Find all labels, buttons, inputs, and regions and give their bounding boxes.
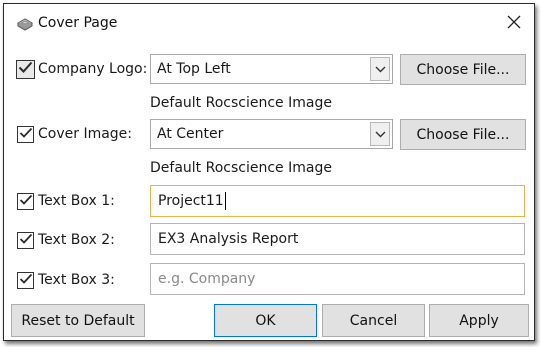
- text-box-3-input[interactable]: e.g. Company: [150, 263, 525, 295]
- cover-image-checkbox[interactable]: [17, 126, 34, 143]
- company-logo-position-value: At Top Left: [157, 61, 231, 77]
- text-box-3-checkbox[interactable]: [17, 272, 34, 289]
- cover-image-choose-file-button[interactable]: Choose File...: [400, 119, 526, 150]
- text-box-2-input[interactable]: EX3 Analysis Report: [150, 223, 525, 255]
- text-box-3-placeholder: e.g. Company: [158, 271, 256, 287]
- cover-image-label: Cover Image:: [38, 126, 133, 142]
- cover-image-image-caption: Default Rocscience Image: [150, 160, 332, 176]
- ok-button[interactable]: OK: [214, 304, 317, 337]
- document-stack-icon: [16, 16, 34, 32]
- apply-button[interactable]: Apply: [429, 304, 529, 337]
- window-title: Cover Page: [38, 15, 118, 31]
- text-box-1-value: Project11: [158, 193, 224, 209]
- checkmark-icon: [19, 127, 33, 143]
- cover-image-position-select[interactable]: At Center: [150, 119, 393, 149]
- checkmark-icon: [19, 273, 33, 289]
- text-box-1-label: Text Box 1:: [38, 193, 115, 209]
- text-box-1-input[interactable]: Project11: [150, 185, 525, 217]
- close-icon: [507, 15, 521, 33]
- checkmark-icon: [19, 194, 33, 210]
- company-logo-position-select[interactable]: At Top Left: [150, 54, 393, 84]
- text-box-3-label: Text Box 3:: [38, 272, 115, 288]
- checkmark-icon: [18, 61, 33, 78]
- cover-image-position-value: At Center: [157, 126, 224, 142]
- company-logo-image-caption: Default Rocscience Image: [150, 95, 332, 111]
- cancel-button[interactable]: Cancel: [322, 304, 425, 337]
- text-caret: [224, 192, 226, 210]
- checkmark-icon: [19, 233, 33, 249]
- close-button[interactable]: [502, 12, 526, 36]
- reset-to-default-button[interactable]: Reset to Default: [11, 304, 145, 337]
- cover-page-dialog: Cover Page Company Logo: At Top Left Cho…: [3, 3, 535, 341]
- text-box-1-checkbox[interactable]: [17, 193, 34, 210]
- text-box-2-checkbox[interactable]: [17, 232, 34, 249]
- text-box-2-value: EX3 Analysis Report: [158, 231, 299, 247]
- company-logo-choose-file-button[interactable]: Choose File...: [400, 54, 526, 85]
- chevron-down-icon[interactable]: [370, 57, 390, 81]
- company-logo-label: Company Logo:: [38, 61, 148, 77]
- text-box-2-label: Text Box 2:: [38, 232, 115, 248]
- company-logo-checkbox[interactable]: [16, 60, 35, 79]
- chevron-down-icon[interactable]: [370, 122, 390, 146]
